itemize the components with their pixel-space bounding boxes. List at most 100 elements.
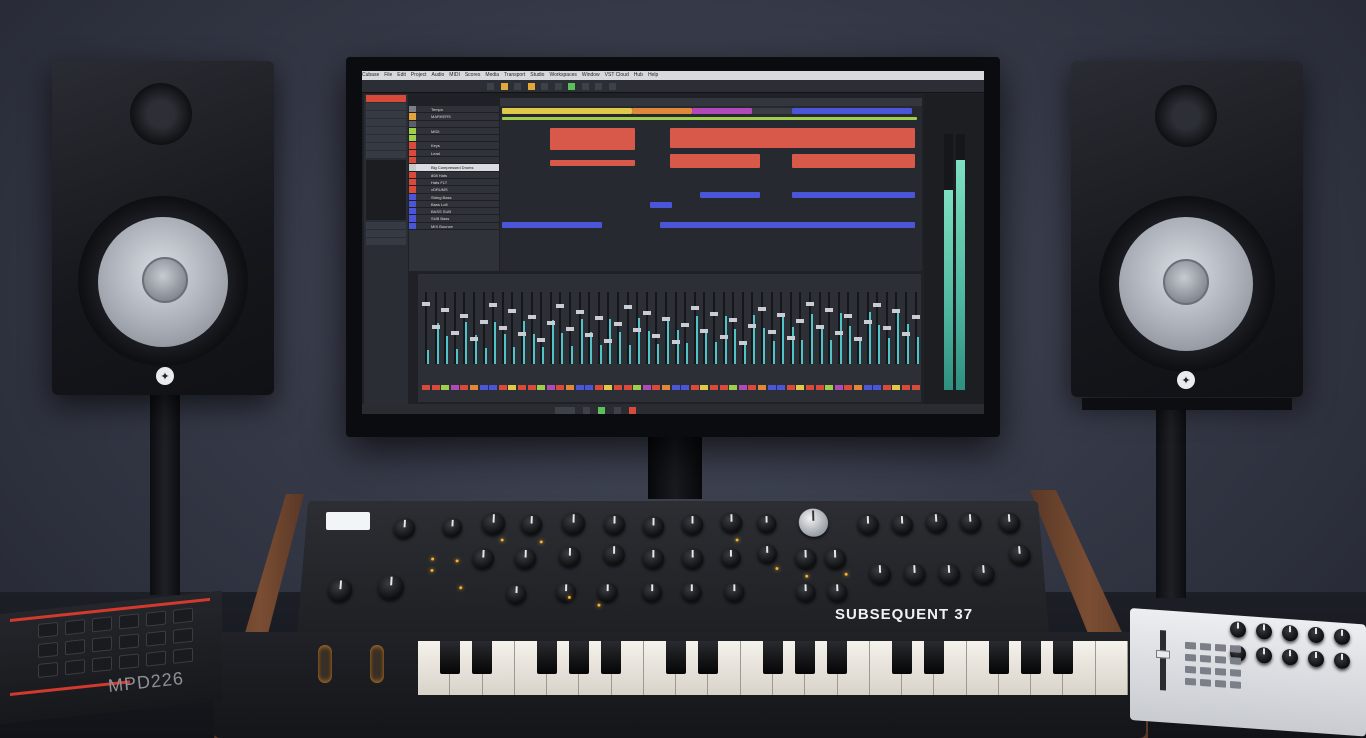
- fader-cap[interactable]: [623, 305, 632, 309]
- controller-knob[interactable]: [1256, 646, 1272, 664]
- fader-cap[interactable]: [585, 333, 594, 337]
- toolbar-button[interactable]: [514, 83, 522, 90]
- controller-button[interactable]: [1230, 644, 1241, 653]
- black-key[interactable]: [762, 641, 783, 674]
- track-row[interactable]: Big Compressed Drums: [409, 164, 499, 172]
- track-row[interactable]: Tempo: [409, 106, 499, 114]
- track-row[interactable]: vDRUMS: [409, 186, 499, 194]
- synth-knob[interactable]: [471, 548, 495, 570]
- drum-pad[interactable]: [65, 639, 85, 656]
- menu-item[interactable]: File: [384, 72, 392, 78]
- arrange-clip[interactable]: [550, 160, 635, 166]
- synth-knob[interactable]: [558, 546, 581, 568]
- black-key[interactable]: [536, 641, 557, 674]
- mixer-channel-fader[interactable]: [806, 292, 814, 364]
- black-key[interactable]: [601, 641, 622, 674]
- inspector-row[interactable]: [366, 230, 406, 237]
- fader-cap[interactable]: [575, 310, 584, 314]
- controller-knob[interactable]: [1308, 650, 1324, 668]
- mixer-channel-fader[interactable]: [422, 292, 430, 364]
- white-key[interactable]: [1095, 641, 1128, 695]
- synth-knob[interactable]: [555, 582, 577, 602]
- synth-knob[interactable]: [642, 548, 665, 570]
- mixer-channel-fader[interactable]: [729, 292, 738, 364]
- synth-knob[interactable]: [681, 514, 704, 535]
- toolbar-button[interactable]: [568, 83, 576, 90]
- synth-knob[interactable]: [798, 508, 829, 537]
- synth-knob[interactable]: [327, 578, 354, 602]
- fader-cap[interactable]: [489, 303, 498, 307]
- arrange-ruler[interactable]: [500, 98, 922, 106]
- controller-fader-cap[interactable]: [1156, 649, 1170, 659]
- fader-cap[interactable]: [729, 318, 738, 322]
- black-key[interactable]: [569, 641, 590, 674]
- black-key[interactable]: [891, 641, 912, 674]
- mixer-channel-fader[interactable]: [470, 292, 478, 364]
- synth-knob[interactable]: [824, 548, 847, 570]
- fader-cap[interactable]: [777, 313, 786, 317]
- synth-knob[interactable]: [795, 582, 816, 602]
- mixer-channel-fader[interactable]: [489, 292, 498, 364]
- fader-cap[interactable]: [758, 307, 766, 311]
- synth-knob[interactable]: [891, 514, 914, 535]
- arrange-clip[interactable]: [692, 108, 752, 114]
- arrange-clip[interactable]: [650, 202, 672, 208]
- synth-knob[interactable]: [520, 514, 543, 535]
- fader-cap[interactable]: [863, 320, 872, 324]
- controller-button[interactable]: [1215, 667, 1226, 676]
- drum-pad[interactable]: [92, 656, 112, 673]
- mixer-channel-fader[interactable]: [614, 292, 622, 364]
- inspector-row[interactable]: [366, 222, 406, 229]
- controller-button[interactable]: [1230, 656, 1241, 665]
- record-button[interactable]: [628, 407, 636, 414]
- synth-knob[interactable]: [756, 514, 777, 533]
- pitch-bend-wheel[interactable]: [318, 645, 332, 683]
- controller-button[interactable]: [1200, 678, 1211, 687]
- synth-knob[interactable]: [561, 512, 586, 535]
- mixer-channel-fader[interactable]: [710, 292, 718, 364]
- mixer-channel-fader[interactable]: [815, 292, 824, 364]
- synth-knob[interactable]: [393, 517, 416, 539]
- black-key[interactable]: [924, 641, 945, 674]
- track-row[interactable]: BASS SUB: [409, 208, 499, 216]
- fader-cap[interactable]: [470, 337, 478, 341]
- fader-cap[interactable]: [844, 314, 853, 318]
- mixer-channel-fader[interactable]: [700, 292, 709, 364]
- mixer-channel-fader[interactable]: [873, 292, 882, 364]
- mixer-channel-fader[interactable]: [825, 292, 834, 364]
- fader-cap[interactable]: [556, 304, 565, 308]
- mixer-channel-fader[interactable]: [681, 292, 690, 364]
- fader-cap[interactable]: [508, 309, 517, 313]
- mixer-channel-fader[interactable]: [431, 292, 440, 364]
- controller-button[interactable]: [1230, 680, 1241, 689]
- mixer-channel-fader[interactable]: [460, 292, 469, 364]
- mixer-channel-fader[interactable]: [758, 292, 766, 364]
- synth-knob[interactable]: [903, 563, 927, 585]
- drum-pad[interactable]: [173, 647, 193, 664]
- inspector-track-header[interactable]: [366, 95, 406, 102]
- track-row[interactable]: MARKERS: [409, 113, 499, 121]
- fader-cap[interactable]: [662, 317, 670, 321]
- controller-knob[interactable]: [1256, 622, 1272, 640]
- mixer-channel-fader[interactable]: [738, 292, 747, 364]
- fader-cap[interactable]: [614, 322, 622, 326]
- arrange-clip[interactable]: [502, 222, 602, 228]
- fader-cap[interactable]: [690, 306, 699, 310]
- toolbar-button[interactable]: [554, 83, 562, 90]
- fader-cap[interactable]: [786, 336, 795, 340]
- synth-knob[interactable]: [442, 517, 463, 537]
- arrange-clip[interactable]: [752, 108, 792, 114]
- synth-knob[interactable]: [856, 514, 880, 535]
- drum-pad[interactable]: [146, 630, 166, 647]
- transport-button[interactable]: [583, 407, 591, 414]
- fader-cap[interactable]: [671, 340, 680, 344]
- drum-pad[interactable]: [38, 661, 58, 679]
- mixer-channel-fader[interactable]: [623, 292, 632, 364]
- synth-knob[interactable]: [721, 548, 741, 568]
- drum-pad[interactable]: [92, 636, 112, 653]
- controller-button[interactable]: [1215, 643, 1226, 652]
- fader-cap[interactable]: [796, 319, 805, 323]
- menu-item[interactable]: Cubase: [362, 72, 379, 78]
- menu-item[interactable]: Help: [648, 72, 658, 78]
- synth-knob[interactable]: [924, 512, 948, 533]
